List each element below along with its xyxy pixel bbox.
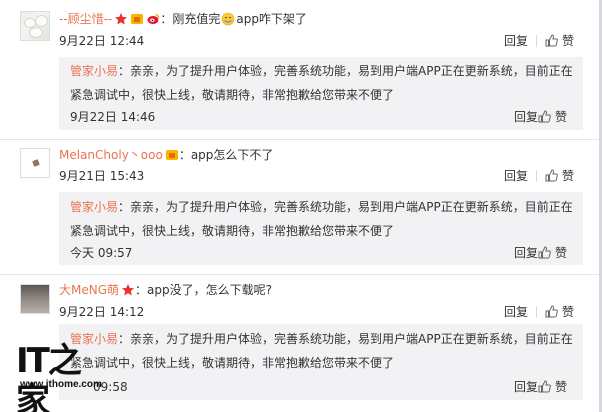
reply-text-block: 管家小易：亲亲，为了提升用户体验，完善系统功能，易到用户端APP正在更新系统，目… xyxy=(70,195,574,243)
official-reply: 管家小易：亲亲，为了提升用户体验，完善系统功能，易到用户端APP正在更新系统，目… xyxy=(59,57,583,130)
thumbs-up-icon xyxy=(545,34,558,47)
comment-time: 9月22日 12:44 xyxy=(59,34,145,48)
reply-text: ：亲亲，为了提升用户体验，完善系统功能，易到用户端APP正在更新系统，目前正在紧… xyxy=(70,332,573,370)
comment-text: ：app没了，怎么下载呢? xyxy=(135,283,272,297)
comment-time: 9月21日 15:43 xyxy=(59,169,145,183)
ithome-watermark: IT之家 www.ithome.com xyxy=(14,341,104,412)
comment-line: 大MeNG萌 ：app没了，怎么下载呢? xyxy=(59,282,272,298)
avatar[interactable] xyxy=(20,148,50,178)
comment-text: ：刚充值完 xyxy=(160,12,221,26)
divider xyxy=(536,170,538,182)
avatar[interactable] xyxy=(20,284,50,314)
reply-button[interactable]: 回复 xyxy=(514,380,538,394)
thumbs-up-icon xyxy=(538,380,551,393)
like-button[interactable]: 赞 xyxy=(545,305,574,319)
reply-username[interactable]: 管家小易 xyxy=(70,64,118,78)
reply-button[interactable]: 回复 xyxy=(504,305,528,319)
weibo-badge-icon xyxy=(147,13,160,24)
reply-text-block: 管家小易：亲亲，为了提升用户体验，完善系统功能，易到用户端APP正在更新系统，目… xyxy=(70,59,574,107)
vip-badge-icon xyxy=(165,150,178,160)
reply-time: 今天 09:57 xyxy=(70,246,133,260)
comment-line: --顾尘惜-- ：刚充值完 app咋下架了 xyxy=(59,11,307,27)
thumbs-up-icon xyxy=(538,110,551,123)
reply-button[interactable]: 回复 xyxy=(504,34,528,48)
comment-username[interactable]: --顾尘惜-- xyxy=(59,12,112,26)
comment-actions: 回复 赞 xyxy=(504,168,574,184)
avatar[interactable] xyxy=(20,11,50,41)
comment-text-tail: app咋下架了 xyxy=(236,12,307,26)
emoji-icon xyxy=(222,12,235,26)
reply-actions: 回复 赞 xyxy=(514,379,567,395)
ithome-logo: IT之家 xyxy=(16,341,82,412)
comment-divider xyxy=(0,274,602,275)
thumbs-up-icon xyxy=(538,246,551,259)
like-button[interactable]: 赞 xyxy=(545,34,574,48)
thumbs-up-icon xyxy=(545,169,558,182)
comment-username[interactable]: 大MeNG萌 xyxy=(59,283,119,297)
comment-line: MelanCholy丶ooo ：app怎么下不了 xyxy=(59,147,273,163)
reply-username[interactable]: 管家小易 xyxy=(70,200,118,214)
like-button[interactable]: 赞 xyxy=(545,169,574,183)
like-button[interactable]: 赞 xyxy=(538,110,567,124)
like-label: 赞 xyxy=(554,246,567,260)
like-button[interactable]: 赞 xyxy=(538,246,567,260)
official-reply: 管家小易：亲亲，为了提升用户体验，完善系统功能，易到用户端APP正在更新系统，目… xyxy=(59,192,583,265)
comment-time: 9月22日 14:12 xyxy=(59,305,145,319)
reply-text-block: 管家小易：亲亲，为了提升用户体验，完善系统功能，易到用户端APP正在更新系统，目… xyxy=(70,327,574,375)
comment-text: ：app怎么下不了 xyxy=(178,148,274,162)
reply-button[interactable]: 回复 xyxy=(514,110,538,124)
like-button[interactable]: 赞 xyxy=(538,380,567,394)
like-label: 赞 xyxy=(562,305,575,319)
like-label: 赞 xyxy=(562,169,575,183)
comment-username[interactable]: MelanCholy丶ooo xyxy=(59,148,163,162)
reply-actions: 回复 赞 xyxy=(514,245,567,261)
reply-button[interactable]: 回复 xyxy=(504,169,528,183)
thumbs-up-icon xyxy=(545,305,558,318)
reply-time: 9月22日 14:46 xyxy=(70,110,156,124)
like-label: 赞 xyxy=(554,380,567,394)
like-label: 赞 xyxy=(562,34,575,48)
reply-text: ：亲亲，为了提升用户体验，完善系统功能，易到用户端APP正在更新系统，目前正在紧… xyxy=(70,200,573,238)
star-badge-icon xyxy=(122,284,135,296)
official-reply: 管家小易：亲亲，为了提升用户体验，完善系统功能，易到用户端APP正在更新系统，目… xyxy=(59,324,583,400)
divider xyxy=(536,35,538,47)
star-badge-icon xyxy=(115,13,128,25)
reply-text: ：亲亲，为了提升用户体验，完善系统功能，易到用户端APP正在更新系统，目前正在紧… xyxy=(70,64,573,102)
comment-divider xyxy=(0,139,602,140)
comment-actions: 回复 赞 xyxy=(504,33,574,49)
reply-actions: 回复 赞 xyxy=(514,109,567,125)
comment-actions: 回复 赞 xyxy=(504,304,574,320)
like-label: 赞 xyxy=(554,110,567,124)
divider xyxy=(536,306,538,318)
ithome-url: www.ithome.com xyxy=(20,379,102,390)
vip-badge-icon xyxy=(131,14,144,24)
reply-button[interactable]: 回复 xyxy=(514,246,538,260)
